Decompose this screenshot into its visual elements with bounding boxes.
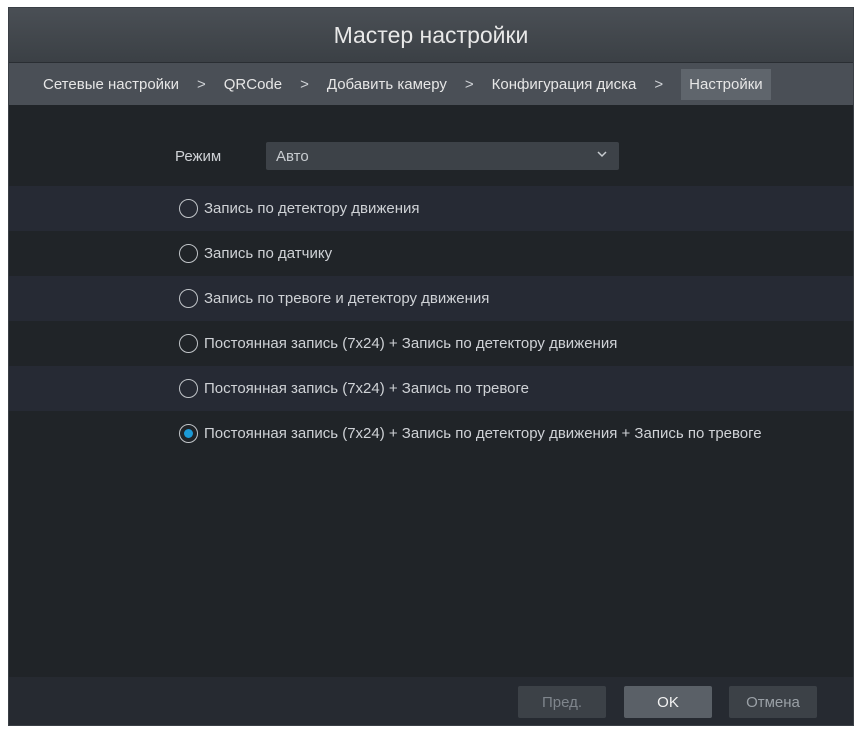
cancel-button[interactable]: Отмена: [729, 686, 817, 718]
option-label: Постоянная запись (7x24) + Запись по тре…: [204, 380, 530, 397]
window-title: Мастер настройки: [333, 21, 529, 48]
step-disk-configuration[interactable]: Конфигурация диска: [486, 71, 643, 98]
option-continuous-and-alarm[interactable]: Постоянная запись (7x24) + Запись по тре…: [9, 366, 853, 411]
ok-button[interactable]: OK: [624, 686, 712, 718]
wizard-steps-breadcrumb: Сетевые настройки > QRCode > Добавить ка…: [9, 63, 853, 105]
step-settings[interactable]: Настройки: [681, 68, 771, 100]
step-qrcode[interactable]: QRCode: [218, 71, 288, 98]
radio-dot: [184, 429, 193, 438]
settings-content: Режим Авто Запись по детектору движения …: [9, 105, 853, 679]
mode-row: Режим Авто: [175, 142, 619, 170]
chevron-right-icon: >: [300, 75, 309, 93]
option-sensor[interactable]: Запись по датчику: [9, 231, 853, 276]
chevron-right-icon: >: [196, 75, 206, 93]
option-label: Запись по детектору движения: [204, 200, 420, 217]
radio-button[interactable]: [179, 334, 198, 353]
title-bar: Мастер настройки: [9, 8, 853, 63]
radio-button-selected[interactable]: [179, 424, 198, 443]
radio-button[interactable]: [179, 199, 198, 218]
option-continuous-motion-alarm[interactable]: Постоянная запись (7x24) + Запись по дет…: [9, 411, 853, 456]
mode-label: Режим: [175, 147, 222, 165]
prev-button[interactable]: Пред.: [518, 686, 606, 718]
setup-wizard-window: Мастер настройки Сетевые настройки > QRC…: [8, 7, 854, 726]
radio-button[interactable]: [179, 244, 198, 263]
chevron-right-icon: >: [654, 75, 664, 93]
radio-button[interactable]: [179, 289, 198, 308]
footer-bar: Пред. OK Отмена: [9, 677, 853, 725]
mode-select-value: Авто: [276, 147, 309, 165]
step-network-settings[interactable]: Сетевые настройки: [37, 71, 185, 98]
option-label: Запись по датчику: [204, 245, 333, 262]
option-continuous-and-motion[interactable]: Постоянная запись (7x24) + Запись по дет…: [9, 321, 853, 366]
option-alarm-and-motion[interactable]: Запись по тревоге и детектору движения: [9, 276, 853, 321]
option-label: Запись по тревоге и детектору движения: [204, 290, 490, 307]
mode-select[interactable]: Авто: [266, 142, 619, 170]
radio-button[interactable]: [179, 379, 198, 398]
option-label: Постоянная запись (7x24) + Запись по дет…: [204, 335, 618, 352]
step-add-camera[interactable]: Добавить камеру: [321, 71, 453, 98]
option-label: Постоянная запись (7x24) + Запись по дет…: [204, 425, 762, 442]
chevron-down-icon: [597, 151, 607, 158]
chevron-right-icon: >: [464, 75, 474, 93]
option-motion-detection[interactable]: Запись по детектору движения: [9, 186, 853, 231]
